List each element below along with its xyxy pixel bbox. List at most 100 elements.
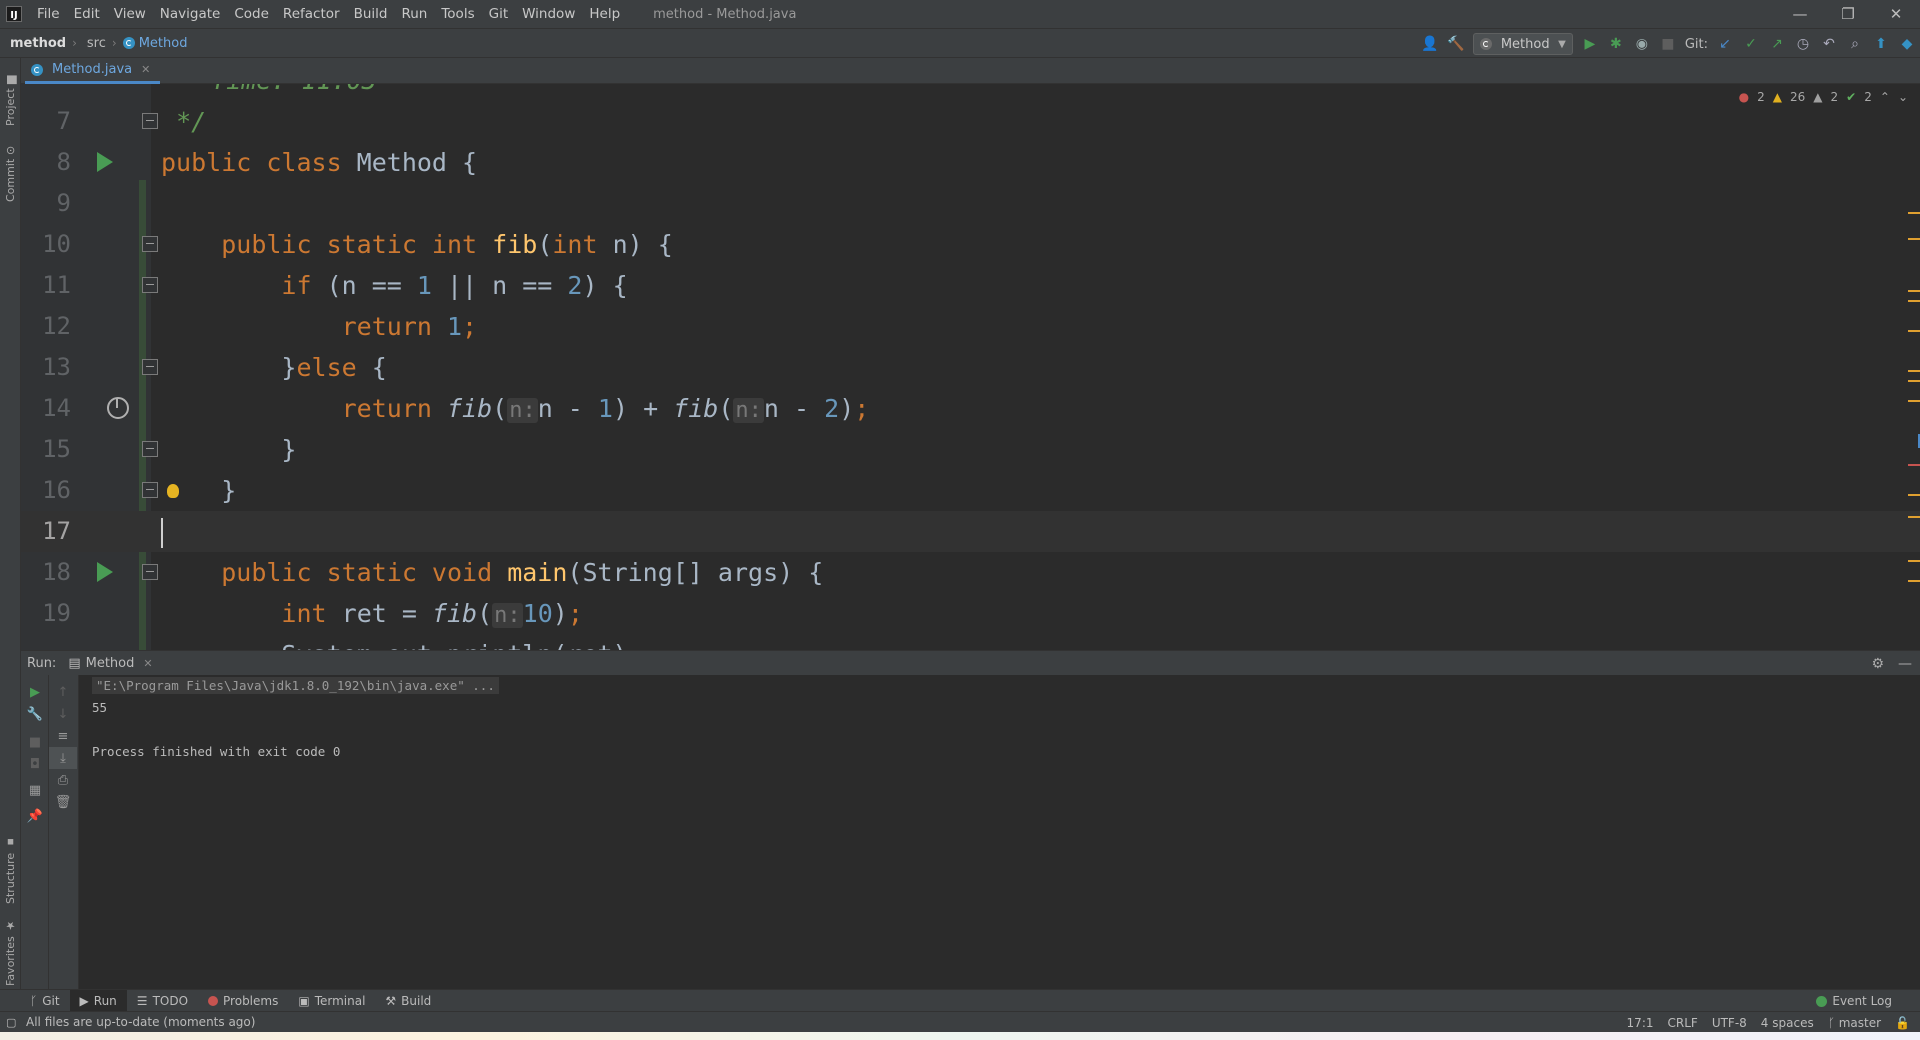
soft-wrap-icon[interactable]: ≡ (49, 725, 77, 747)
tab-method-java[interactable]: Method.java ✕ (25, 58, 161, 84)
code-line[interactable]: 11 if (n == 1 || n == 2) { (21, 265, 1920, 306)
warning-stripe-mark[interactable] (1908, 494, 1920, 496)
commit-tool-tab[interactable]: Commit ⊙ (2, 136, 19, 202)
code-line-current[interactable]: 17 (21, 511, 1920, 552)
tool-tab-problems[interactable]: Problems (198, 990, 288, 1012)
minimize-icon[interactable]: — (1776, 0, 1824, 28)
rerun-icon[interactable]: ▶ (21, 681, 49, 703)
code-line[interactable]: 10 public static int fib(int n) { (21, 224, 1920, 265)
git-rollback-icon[interactable]: ↶ (1820, 35, 1838, 53)
warning-stripe-mark[interactable] (1908, 238, 1920, 240)
next-highlight-icon[interactable]: ⌄ (1898, 90, 1908, 104)
menu-refactor[interactable]: Refactor (276, 0, 347, 28)
file-encoding[interactable]: UTF-8 (1712, 1016, 1747, 1030)
coverage-icon[interactable]: ◉ (1633, 35, 1651, 53)
code-line[interactable]: 19 int ret = fib(n:10); (21, 593, 1920, 634)
code-line[interactable]: * Time: 11:03 (21, 84, 1920, 101)
menu-window[interactable]: Window (515, 0, 582, 28)
code-line[interactable]: 12 return 1; (21, 306, 1920, 347)
fold-marker-icon[interactable] (142, 441, 158, 457)
warning-stripe-mark[interactable] (1908, 290, 1920, 292)
stop-icon[interactable]: ■ (21, 731, 49, 753)
fold-marker-icon[interactable] (142, 359, 158, 375)
lock-icon[interactable]: 🔓 (1895, 1016, 1910, 1030)
fold-marker-icon[interactable] (142, 482, 158, 498)
search-icon[interactable]: ⌕ (1846, 35, 1864, 53)
run-configuration-select[interactable]: Method ▼ (1472, 33, 1573, 55)
layout-icon[interactable]: ▦ (21, 779, 49, 801)
code-line[interactable]: 13 }else { (21, 347, 1920, 388)
fold-marker-icon[interactable] (142, 236, 158, 252)
breadcrumb-file[interactable]: Method (122, 36, 187, 51)
code-line[interactable]: 14 return fib(n:n - 1) + fib(n:n - 2); (21, 388, 1920, 429)
menu-git[interactable]: Git (482, 0, 516, 28)
run-icon[interactable]: ▶ (1581, 35, 1599, 53)
close-tab-icon[interactable]: ✕ (143, 657, 152, 670)
inspection-widget[interactable]: ● 2 ▲ 26 ▲ 2 ✔ 2 ⌃ ⌄ (1739, 90, 1908, 104)
down-arrow-icon[interactable]: ↓ (49, 703, 77, 725)
fold-marker-icon[interactable] (142, 564, 158, 580)
debug-icon[interactable]: ✱ (1607, 35, 1625, 53)
build-hammer-icon[interactable]: 🔨 (1447, 35, 1465, 53)
code-line[interactable]: 7 */ (21, 101, 1920, 142)
gear-icon[interactable]: ⚙ (1871, 656, 1884, 672)
caret-position[interactable]: 17:1 (1627, 1016, 1654, 1030)
project-tool-tab[interactable]: Project ▆ (2, 66, 19, 126)
tool-tab-todo[interactable]: ☰ TODO (127, 990, 198, 1012)
trash-icon[interactable]: 🗑 (49, 791, 77, 813)
run-gutter-icon[interactable] (97, 152, 113, 172)
menu-tools[interactable]: Tools (434, 0, 481, 28)
editor-error-stripe[interactable] (1906, 104, 1920, 644)
stop-icon[interactable]: ■ (1659, 35, 1677, 53)
tool-tab-build[interactable]: ⚒ Build (375, 990, 441, 1012)
restore-icon[interactable]: ❐ (1824, 0, 1872, 28)
structure-tool-tab[interactable]: Structure ▪ (2, 826, 19, 904)
menu-build[interactable]: Build (347, 0, 395, 28)
menu-edit[interactable]: Edit (67, 0, 107, 28)
git-history-icon[interactable]: ◷ (1794, 35, 1812, 53)
menu-navigate[interactable]: Navigate (153, 0, 228, 28)
panel-toggle-icon[interactable]: ▢ (6, 1016, 16, 1029)
line-separator[interactable]: CRLF (1668, 1016, 1698, 1030)
fold-marker-icon[interactable] (142, 113, 158, 129)
code-editor[interactable]: * Time: 11:03 7 */ 8 public class Method… (21, 84, 1920, 650)
pin-icon[interactable]: 📌 (21, 805, 49, 827)
wrench-icon[interactable]: 🔧 (21, 703, 49, 725)
breadcrumb-project[interactable]: method (10, 36, 66, 51)
tool-tab-terminal[interactable]: ▣ Terminal (288, 990, 375, 1012)
print-icon[interactable]: ⎙ (49, 769, 77, 791)
tool-tab-run[interactable]: ▶ Run (69, 989, 127, 1012)
git-push-icon[interactable]: ↗ (1768, 35, 1786, 53)
close-icon[interactable]: ✕ (1872, 0, 1920, 28)
code-line[interactable]: 18 public static void main(String[] args… (21, 552, 1920, 593)
code-line[interactable]: System.out.println(ret); (21, 634, 1920, 650)
camera-icon[interactable]: ◘ (21, 753, 49, 775)
warning-stripe-mark[interactable] (1908, 380, 1920, 382)
status-message[interactable]: All files are up-to-date (moments ago) (26, 1015, 255, 1029)
menu-file[interactable]: File (30, 0, 67, 28)
warning-stripe-mark[interactable] (1908, 400, 1920, 402)
warning-stripe-mark[interactable] (1908, 580, 1920, 582)
favorites-tool-tab[interactable]: Favorites ★ (2, 916, 19, 986)
code-line[interactable]: 9 (21, 183, 1920, 224)
git-commit-icon[interactable]: ✓ (1742, 35, 1760, 53)
run-tab-method[interactable]: ▤ Method ✕ (68, 656, 152, 671)
git-branch-widget[interactable]: ᚴ master (1828, 1016, 1881, 1030)
console-command[interactable]: "E:\Program Files\Java\jdk1.8.0_192\bin\… (92, 677, 499, 694)
close-tab-icon[interactable]: ✕ (141, 63, 150, 76)
git-update-icon[interactable]: ↙ (1716, 35, 1734, 53)
up-arrow-icon[interactable]: ↑ (49, 681, 77, 703)
ide-update-icon[interactable]: ⬆ (1872, 35, 1890, 53)
code-line[interactable]: 16 } (21, 470, 1920, 511)
previous-highlight-icon[interactable]: ⌃ (1880, 90, 1890, 104)
run-gutter-icon[interactable] (97, 562, 113, 582)
menu-run[interactable]: Run (394, 0, 434, 28)
warning-stripe-mark[interactable] (1908, 516, 1920, 518)
fold-marker-icon[interactable] (142, 277, 158, 293)
breadcrumb-folder[interactable]: src (87, 36, 106, 51)
code-line[interactable]: 8 public class Method { (21, 142, 1920, 183)
menu-code[interactable]: Code (227, 0, 276, 28)
user-account-icon[interactable]: 👤 (1421, 35, 1439, 53)
menu-help[interactable]: Help (582, 0, 627, 28)
error-stripe-mark[interactable] (1908, 464, 1920, 466)
